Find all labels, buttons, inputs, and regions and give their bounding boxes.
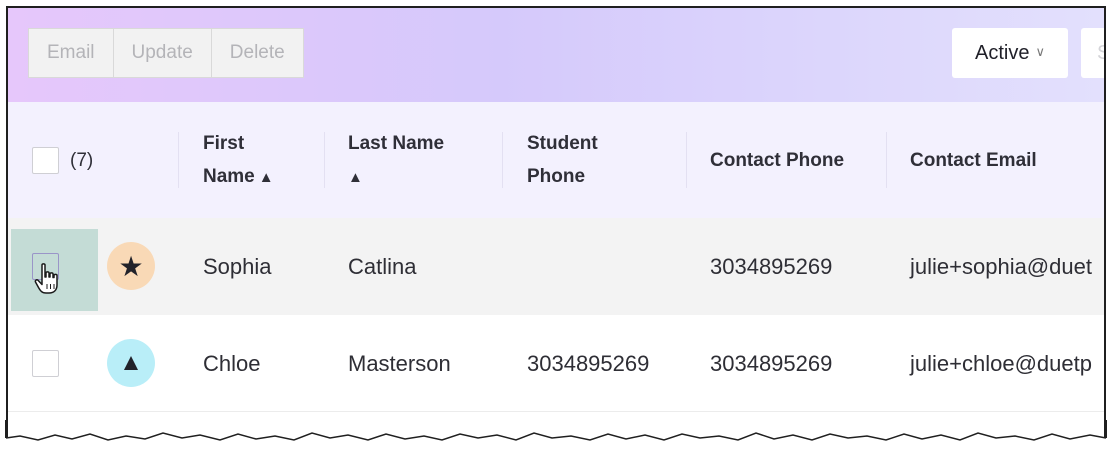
first-name-header-line2: Name [203,165,255,187]
table-row[interactable]: ▲ Chloe Masterson 3034895269 3034895269 … [8,315,1104,412]
first-name-header-line1: First [203,132,245,154]
column-divider [178,132,179,188]
select-all-cell: (7) [32,102,93,218]
column-header-first-name[interactable]: First Name ▲︎ [203,102,274,218]
toolbar: Email Update Delete Active ∨ S [8,8,1104,102]
delete-button[interactable]: Delete [211,29,303,77]
triangle-icon: ▲ [119,349,143,376]
student-phone-header-line1: Student [527,133,598,154]
contact-email-header-label: Contact Email [910,149,1037,171]
last-name-header-label: Last Name [348,132,445,154]
select-all-checkbox[interactable] [32,146,59,174]
contact-phone-header-label: Contact Phone [710,149,845,171]
column-divider [886,132,887,188]
column-header-contact-email[interactable]: Contact Email [910,102,1037,218]
table-row[interactable]: ★ Sophia Catlina 3034895269 julie+sophia… [8,218,1104,315]
column-divider [502,132,503,188]
column-header-last-name[interactable]: Last Name ▲︎ [348,102,444,218]
contact-phone-cell: 3034895269 [710,350,833,376]
student-phone-header-line2: Phone [527,166,586,187]
student-phone-cell: 3034895269 [527,350,650,376]
update-button[interactable]: Update [113,29,212,77]
chevron-down-icon: ∨ [1035,44,1045,59]
hand-pointer-cursor-icon [34,263,58,294]
contact-email-cell: julie+chloe@duetp [910,350,1092,376]
email-button[interactable]: Email [29,29,114,77]
selected-count: (7) [70,149,94,171]
column-divider [324,132,325,188]
first-name-cell: Chloe [203,350,261,376]
screenshot-frame: Email Update Delete Active ∨ S (7) First… [6,6,1106,458]
contact-phone-cell: 3034895269 [710,253,833,279]
avatar: ★ [107,242,155,290]
row-checkbox[interactable] [32,350,59,377]
last-name-cell: Masterson [348,350,451,376]
first-name-cell: Sophia [203,253,272,279]
contact-email-cell: julie+sophia@duet [910,253,1092,279]
status-filter-value: Active [975,41,1030,64]
torn-edge-decoration [0,420,1112,463]
last-name-cell: Catlina [348,253,417,279]
column-header-student-phone[interactable]: Student Phone [527,102,598,218]
table-header: (7) First Name ▲︎ Last Name ▲︎ Student Ph… [8,102,1104,218]
column-divider [686,132,687,188]
avatar: ▲ [107,339,155,387]
toolbar-button-partial[interactable]: S [1081,28,1104,78]
toolbar-button-partial-label: S [1097,42,1104,65]
column-header-contact-phone[interactable]: Contact Phone [710,102,844,218]
bulk-action-group: Email Update Delete [28,28,304,78]
sort-icon[interactable]: ▲︎ [348,169,363,186]
star-icon: ★ [118,250,144,282]
sort-icon[interactable]: ▲︎ [259,169,274,186]
status-filter-dropdown[interactable]: Active ∨ [952,28,1068,78]
